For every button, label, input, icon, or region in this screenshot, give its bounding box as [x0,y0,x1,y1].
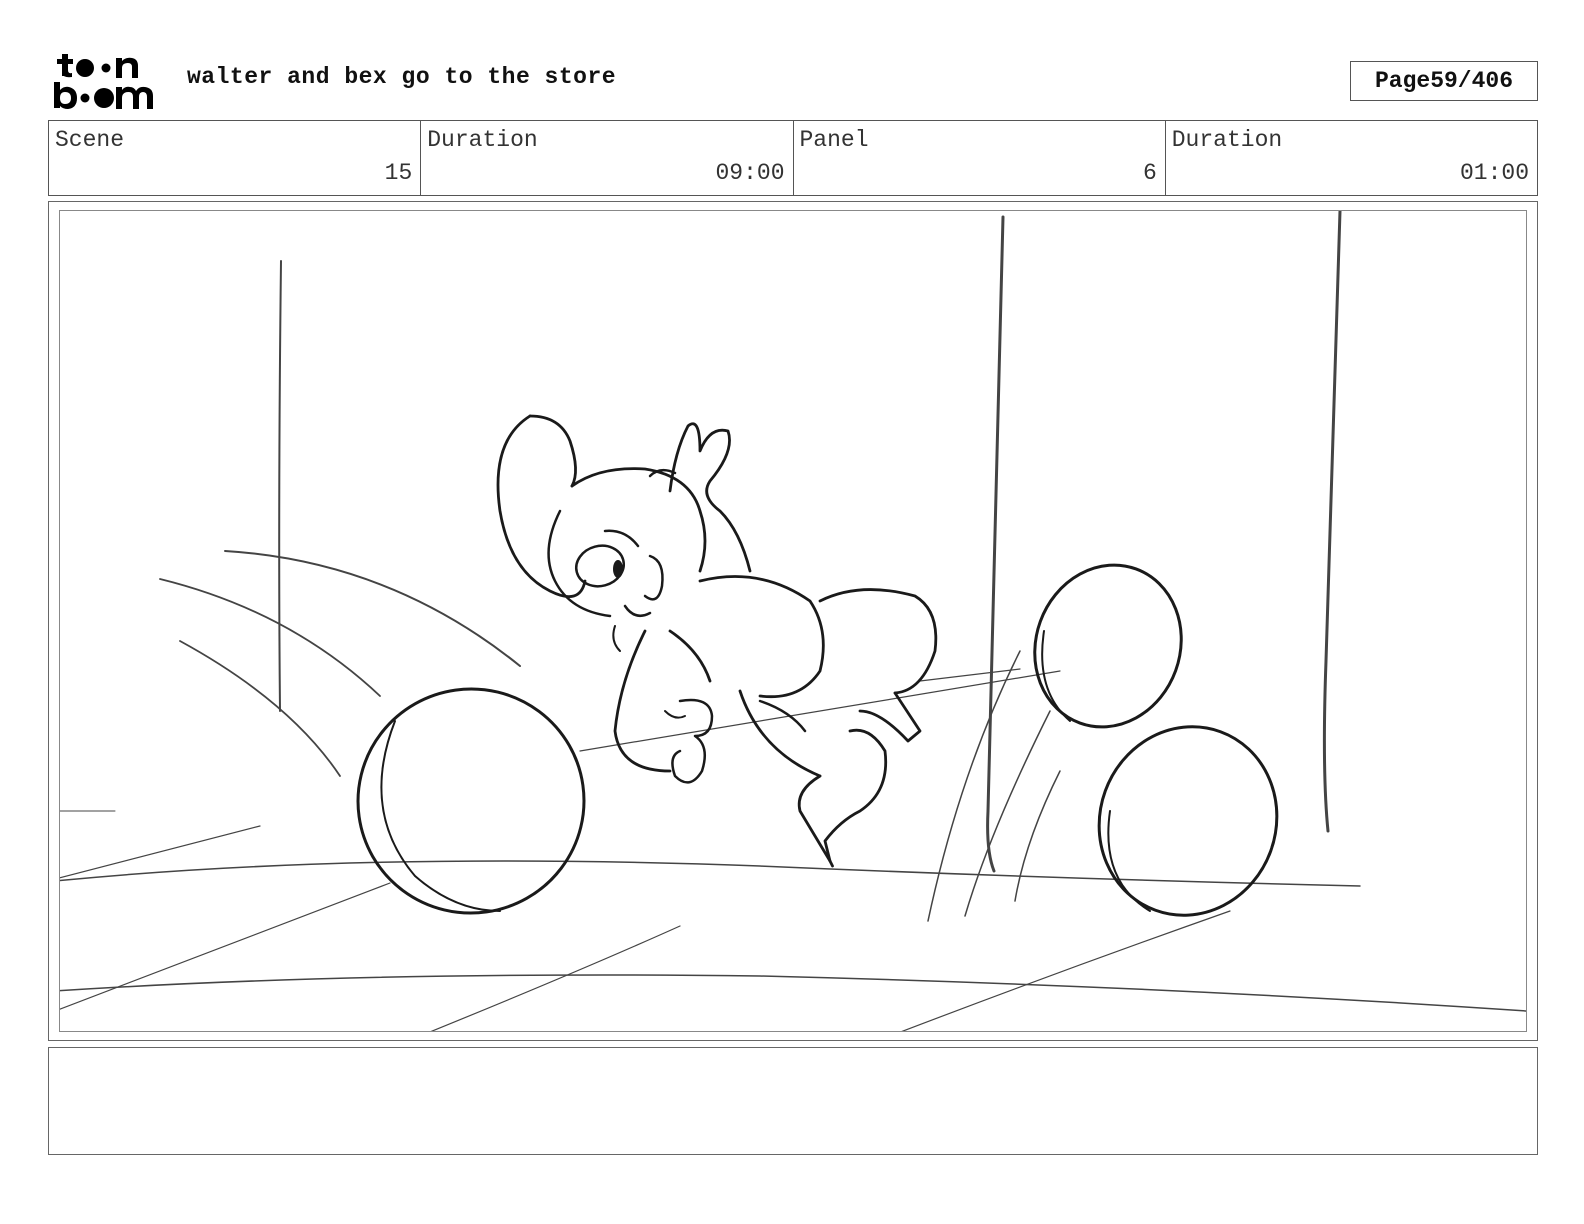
scene-info-table: Scene 15 Duration 09:00 Panel 6 Duration… [48,120,1538,196]
toon-boom-logo [54,54,153,109]
scene-label: Scene [55,127,125,153]
panel-notes [48,1047,1538,1155]
scene-duration-cell: Duration 09:00 [421,121,794,195]
sketch-drawing [60,211,1526,1031]
panel-drawing-area [59,210,1527,1032]
panel-duration-label: Duration [1171,127,1283,153]
scene-duration-label: Duration [427,127,538,153]
page-number: 59/406 [1430,68,1514,94]
scene-cell: Scene 15 [49,121,422,195]
scene-duration-value: 09:00 [715,160,785,186]
page-indicator: Page 59/406 [1350,61,1538,101]
panel-value: 6 [1142,160,1157,186]
page-label: Page [1374,68,1431,94]
scene-value: 15 [384,160,413,186]
storyboard-title: walter and bex go to the store [187,64,617,90]
storyboard-panel [48,201,1538,1041]
panel-duration-value: 01:00 [1459,160,1529,186]
panel-duration-cell: Duration 01:00 [1166,121,1537,195]
panel-cell: Panel 6 [794,121,1166,195]
panel-label: Panel [799,127,869,153]
